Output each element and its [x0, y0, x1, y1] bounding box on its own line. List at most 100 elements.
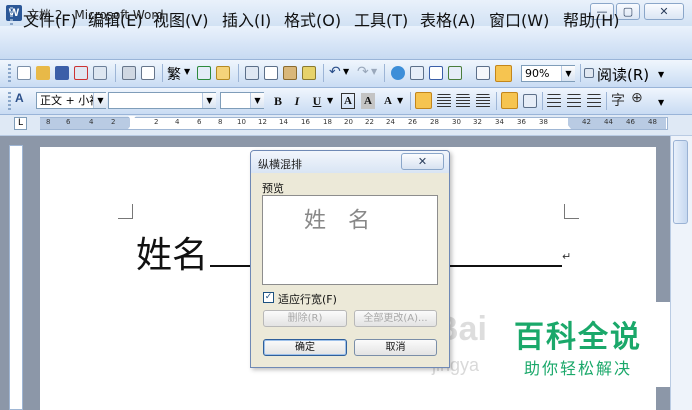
ruler-label: 30	[452, 118, 461, 126]
fit-line-checkbox[interactable]: ✓	[263, 292, 274, 303]
chevron-down-icon[interactable]: ▼	[250, 93, 264, 108]
ok-button[interactable]: 确定	[263, 339, 347, 356]
tab-stop-selector[interactable]: L	[14, 117, 27, 130]
open-folder-icon[interactable]	[36, 66, 50, 80]
scrollbar-thumb[interactable]	[673, 140, 688, 224]
cancel-button[interactable]: 取消	[354, 339, 437, 356]
chevron-down-icon[interactable]: ▼	[561, 66, 575, 81]
menu-window[interactable]: 窗口(W)	[489, 7, 549, 31]
ruler-label: 8	[218, 118, 223, 126]
toolbar-grip-handle[interactable]	[8, 92, 11, 110]
toolbar-separator	[606, 92, 607, 110]
menu-view[interactable]: 视图(V)	[153, 7, 208, 31]
paragraph-mark: ↵	[562, 250, 572, 263]
distributed-align-icon[interactable]	[476, 94, 490, 108]
document-text[interactable]: 姓名	[136, 226, 208, 278]
vertical-ruler[interactable]	[9, 145, 23, 410]
decrease-indent-icon[interactable]	[587, 94, 601, 108]
toolbar-separator	[580, 64, 581, 82]
chevron-down-icon[interactable]: ▼	[93, 93, 107, 108]
traditional-chinese-button[interactable]: 繁	[167, 64, 181, 84]
menu-insert[interactable]: 插入(I)	[222, 7, 271, 31]
columns-icon[interactable]	[476, 66, 490, 80]
chevron-down-icon[interactable]: ▼	[202, 93, 216, 108]
menu-bar	[0, 26, 692, 60]
bold-button[interactable]: B	[272, 93, 284, 109]
menu-file[interactable]: 文件(F)	[23, 7, 77, 31]
paste-icon[interactable]	[283, 66, 297, 80]
permission-icon[interactable]	[74, 66, 88, 80]
ruler-label: 18	[323, 118, 332, 126]
menu-tools[interactable]: 工具(T)	[354, 7, 408, 31]
underline-button[interactable]: U	[311, 93, 323, 109]
redo-icon: ↷	[357, 64, 369, 80]
print-preview-doc-icon[interactable]	[93, 66, 107, 80]
character-border-button[interactable]: A	[341, 93, 355, 109]
read-button[interactable]: 阅读(R)	[597, 64, 649, 85]
rtl-text-icon[interactable]	[523, 94, 537, 108]
toolbar-options-icon[interactable]: ▼	[658, 98, 664, 107]
save-icon[interactable]	[55, 66, 69, 80]
close-button[interactable]: ✕	[644, 3, 684, 20]
format-painter-icon[interactable]	[302, 66, 316, 80]
ruler-label: 26	[408, 118, 417, 126]
font-combo[interactable]	[108, 92, 216, 109]
right-indent-marker[interactable]	[563, 124, 571, 129]
character-scaling-button[interactable]: A	[381, 93, 395, 109]
character-shading-button[interactable]: A	[361, 93, 375, 109]
preview-label: 预览	[262, 182, 284, 195]
tables-borders-icon[interactable]	[410, 66, 424, 80]
menu-format[interactable]: 格式(O)	[284, 7, 341, 31]
maximize-button[interactable]: ▢	[616, 3, 640, 20]
chevron-down-icon[interactable]: ▼	[397, 96, 403, 105]
copy-icon[interactable]	[264, 66, 278, 80]
preview-glyph: 姓	[300, 208, 325, 230]
word-app-icon[interactable]: W	[6, 5, 22, 21]
styles-formatting-icon[interactable]: A	[15, 91, 24, 105]
toolbar-separator	[238, 64, 239, 82]
ruler-label: 4	[175, 118, 180, 126]
ltr-text-icon[interactable]	[501, 92, 518, 109]
numbering-icon[interactable]	[547, 94, 561, 108]
read-layout-icon[interactable]	[584, 68, 594, 78]
cut-icon[interactable]	[245, 66, 259, 80]
dialog-close-button[interactable]: ✕	[401, 153, 444, 170]
ruler-label: 28	[430, 118, 439, 126]
ruler-label: 16	[301, 118, 310, 126]
toolbar-separator	[384, 64, 385, 82]
menu-grip-handle[interactable]	[10, 7, 13, 27]
chevron-down-icon[interactable]: ▼	[327, 96, 333, 105]
print-icon[interactable]	[122, 66, 136, 80]
undo-icon[interactable]: ↶	[329, 64, 341, 80]
chevron-down-icon[interactable]: ▼	[343, 67, 349, 76]
ruler-label: 42	[582, 118, 591, 126]
toolbar-grip-handle[interactable]	[8, 64, 11, 82]
hanging-indent-marker[interactable]	[128, 124, 136, 129]
align-right-icon[interactable]	[456, 94, 470, 108]
menu-table[interactable]: 表格(A)	[420, 7, 475, 31]
insert-excel-icon[interactable]	[448, 66, 462, 80]
new-document-icon[interactable]	[17, 66, 31, 80]
align-justify-icon[interactable]	[415, 92, 432, 109]
insert-table-icon[interactable]	[429, 66, 443, 80]
bullets-icon[interactable]	[567, 94, 581, 108]
fit-line-label[interactable]: 适应行宽(F)	[278, 291, 337, 307]
align-center-icon[interactable]	[437, 94, 451, 108]
chevron-down-icon[interactable]: ▼	[184, 67, 190, 76]
italic-button[interactable]: I	[291, 93, 303, 109]
menu-help[interactable]: 帮助(H)	[563, 7, 620, 31]
research-icon[interactable]	[216, 66, 230, 80]
phonetic-guide-icon[interactable]: 字	[611, 90, 625, 110]
preview-glyph: 名	[344, 208, 369, 230]
crop-mark	[118, 204, 133, 219]
toolbar-separator	[323, 64, 324, 82]
enclose-characters-icon[interactable]: ⊕	[631, 90, 643, 106]
hyperlink-icon[interactable]	[391, 66, 405, 80]
document-map-icon[interactable]	[495, 65, 512, 82]
toolbar-options-icon[interactable]: ▼	[658, 70, 664, 79]
first-line-indent-marker[interactable]	[128, 116, 136, 121]
watermark-title: 百科全说	[514, 320, 642, 355]
menu-edit[interactable]: 编辑(E)	[88, 7, 143, 31]
spelling-check-icon[interactable]	[197, 66, 211, 80]
print-preview-icon[interactable]	[141, 66, 155, 80]
